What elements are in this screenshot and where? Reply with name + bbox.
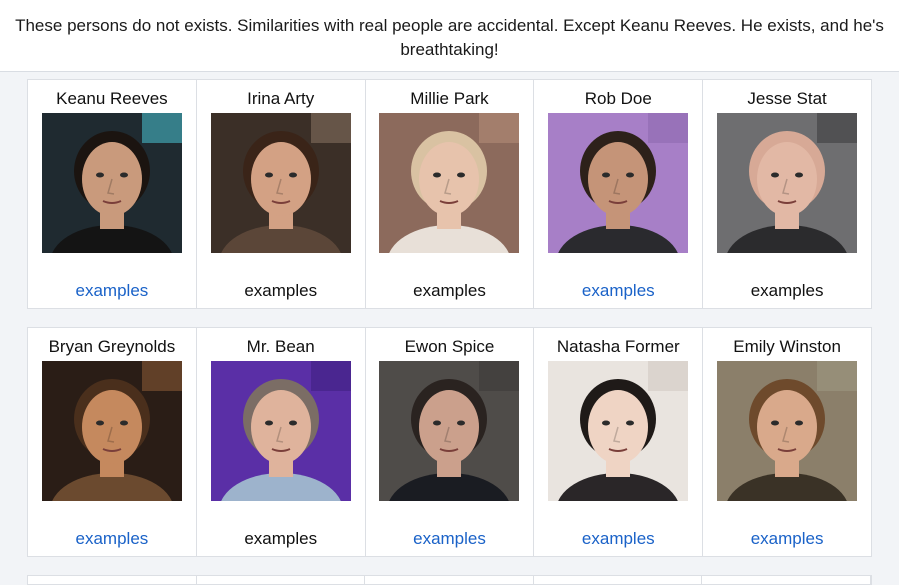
person-card: Rob Doe examples: [534, 80, 704, 308]
portrait-backdrop-detail: [479, 361, 520, 391]
examples-link[interactable]: examples: [28, 529, 196, 549]
people-row-1: Keanu Reeves examples Irina Arty example…: [27, 79, 872, 309]
portrait-graphic: [548, 361, 689, 501]
portrait-backdrop-detail: [310, 113, 351, 143]
person-card: [702, 576, 871, 584]
portrait-left-eye: [264, 420, 273, 426]
portrait-graphic: [41, 361, 182, 501]
person-name: Keanu Reeves: [56, 89, 168, 108]
portrait-left-eye: [771, 420, 780, 426]
person-photo: [210, 113, 351, 253]
portrait-backdrop-detail: [141, 113, 182, 143]
portrait-left-eye: [602, 420, 611, 426]
person-name: Rob Doe: [584, 89, 652, 108]
portrait-right-eye: [457, 172, 466, 178]
portrait-graphic: [210, 113, 351, 253]
person-photo: [210, 361, 351, 501]
person-photo: [548, 361, 689, 501]
portrait-left-eye: [95, 420, 104, 426]
person-photo: [379, 361, 520, 501]
person-card: Ewon Spice examples: [366, 328, 535, 556]
examples-label: examples: [244, 529, 318, 548]
people-row-3-partial: [27, 575, 872, 585]
person-name: Irina Arty: [247, 89, 315, 108]
portrait-right-eye: [119, 420, 128, 426]
examples-link[interactable]: examples: [703, 529, 871, 549]
person-card: Natasha Former examples: [534, 328, 704, 556]
person-card: Irina Arty examples: [197, 80, 366, 308]
portrait-graphic: [379, 113, 520, 253]
portrait-graphic: [210, 361, 351, 501]
person-card: [534, 576, 703, 584]
examples-label: examples: [750, 281, 824, 300]
examples-link[interactable]: examples: [28, 281, 196, 301]
person-photo: [717, 113, 858, 253]
person-card: Bryan Greynolds examples: [28, 328, 197, 556]
portrait-right-eye: [288, 420, 297, 426]
examples-link[interactable]: examples: [534, 529, 702, 549]
person-card: [28, 576, 197, 584]
person-photo: [41, 361, 182, 501]
person-name: Mr. Bean: [246, 337, 315, 356]
person-name: Millie Park: [410, 89, 489, 108]
portrait-backdrop-detail: [648, 113, 689, 143]
person-photo: [41, 113, 182, 253]
portrait-left-eye: [433, 172, 442, 178]
people-row-2: Bryan Greynolds examples Mr. Bean exampl…: [27, 327, 872, 557]
person-card: Mr. Bean examples: [197, 328, 366, 556]
portrait-backdrop-detail: [648, 361, 689, 391]
portrait-right-eye: [626, 420, 635, 426]
portrait-right-eye: [795, 172, 804, 178]
examples-label: examples: [244, 281, 318, 300]
portrait-left-eye: [264, 172, 273, 178]
portrait-graphic: [41, 113, 182, 253]
person-name: Bryan Greynolds: [48, 337, 176, 356]
portrait-left-eye: [602, 172, 611, 178]
person-name: Emily Winston: [733, 337, 841, 356]
disclaimer-banner: These persons do not exists. Similaritie…: [0, 0, 899, 72]
person-name: Ewon Spice: [404, 337, 495, 356]
portrait-right-eye: [457, 420, 466, 426]
portrait-backdrop-detail: [310, 361, 351, 391]
portrait-left-eye: [771, 172, 780, 178]
person-card: [365, 576, 534, 584]
person-photo: [379, 113, 520, 253]
portrait-right-eye: [119, 172, 128, 178]
portrait-right-eye: [288, 172, 297, 178]
portrait-backdrop-detail: [817, 361, 858, 391]
person-card: Jesse Stat examples: [703, 80, 871, 308]
portrait-graphic: [548, 113, 689, 253]
person-name: Jesse Stat: [747, 89, 827, 108]
portrait-backdrop-detail: [141, 361, 182, 391]
person-name: Natasha Former: [556, 337, 680, 356]
examples-link[interactable]: examples: [534, 281, 702, 301]
portrait-graphic: [379, 361, 520, 501]
examples-label: examples: [413, 281, 486, 300]
portrait-left-eye: [433, 420, 442, 426]
portrait-left-eye: [95, 172, 104, 178]
person-card: Emily Winston examples: [703, 328, 871, 556]
portrait-backdrop-detail: [817, 113, 858, 143]
portrait-backdrop-detail: [479, 113, 520, 143]
person-card: Millie Park examples: [366, 80, 535, 308]
portrait-graphic: [717, 361, 858, 501]
person-photo: [717, 361, 858, 501]
person-card: [197, 576, 366, 584]
person-card: Keanu Reeves examples: [28, 80, 197, 308]
examples-link[interactable]: examples: [366, 529, 534, 549]
portrait-graphic: [717, 113, 858, 253]
portrait-right-eye: [795, 420, 804, 426]
person-photo: [548, 113, 689, 253]
disclaimer-text: These persons do not exists. Similaritie…: [15, 16, 884, 59]
portrait-right-eye: [626, 172, 635, 178]
